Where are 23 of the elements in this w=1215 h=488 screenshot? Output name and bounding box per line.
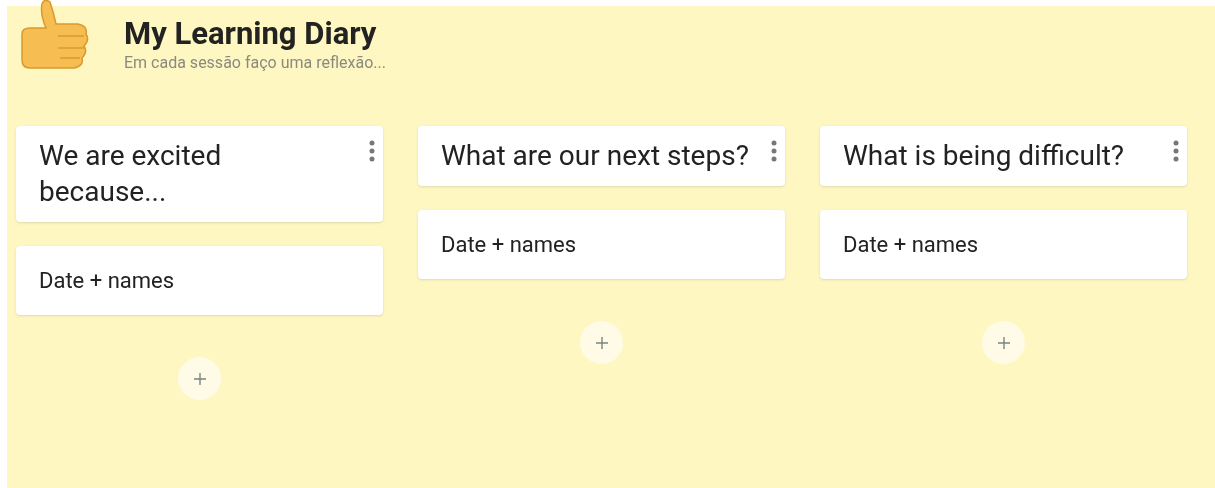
post-card[interactable]: Date + names <box>820 210 1187 279</box>
column-title: What are our next steps? <box>441 138 749 174</box>
add-post-button[interactable] <box>178 357 221 400</box>
column-title: What is being difficult? <box>843 138 1125 174</box>
column-title: We are excited because... <box>39 138 223 210</box>
plus-icon <box>996 335 1011 350</box>
more-options-button[interactable] <box>369 138 375 162</box>
plus-icon <box>192 371 207 386</box>
post-title: Date + names <box>39 267 175 295</box>
post-card[interactable]: Date + names <box>16 246 383 315</box>
more-options-button[interactable] <box>771 138 777 162</box>
plus-icon <box>594 335 609 350</box>
post-card[interactable]: Date + names <box>418 210 785 279</box>
board-title: My Learning Diary <box>124 16 378 52</box>
board-description: Em cada sessão faço uma reflexão... <box>124 52 386 74</box>
more-options-icon <box>369 140 375 162</box>
post-title: Date + names <box>843 231 979 259</box>
more-options-icon <box>1173 140 1179 162</box>
add-post-button[interactable] <box>982 321 1025 364</box>
post-title: Date + names <box>441 231 577 259</box>
more-options-button[interactable] <box>1173 138 1179 162</box>
more-options-icon <box>771 140 777 162</box>
add-post-button[interactable] <box>580 321 623 364</box>
